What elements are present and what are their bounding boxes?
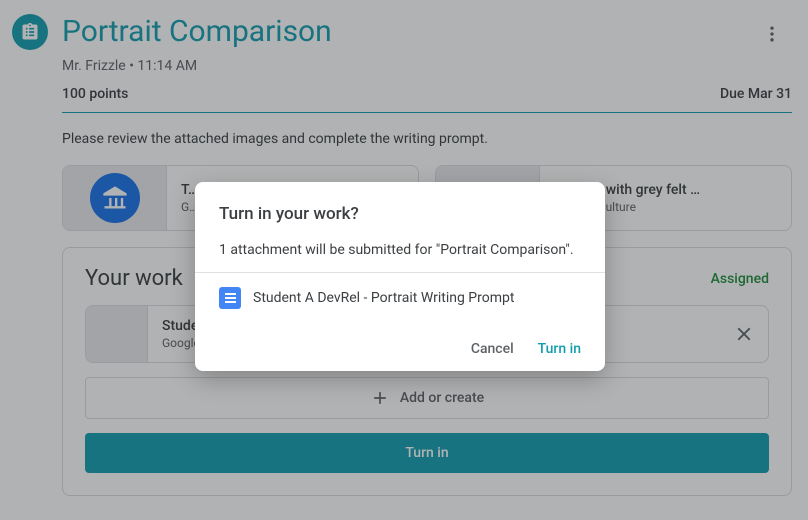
dialog-attachment-name: Student A DevRel - Portrait Writing Prom…: [253, 290, 514, 306]
turn-in-dialog: Turn in your work? 1 attachment will be …: [195, 182, 605, 371]
confirm-turn-in-button[interactable]: Turn in: [538, 341, 581, 357]
cancel-button[interactable]: Cancel: [471, 341, 514, 357]
dialog-divider: [195, 272, 605, 273]
dialog-title: Turn in your work?: [219, 204, 581, 224]
dialog-body: 1 attachment will be submitted for "Port…: [219, 242, 581, 258]
google-docs-icon: [219, 287, 241, 309]
dialog-attachment-row: Student A DevRel - Portrait Writing Prom…: [219, 287, 581, 309]
